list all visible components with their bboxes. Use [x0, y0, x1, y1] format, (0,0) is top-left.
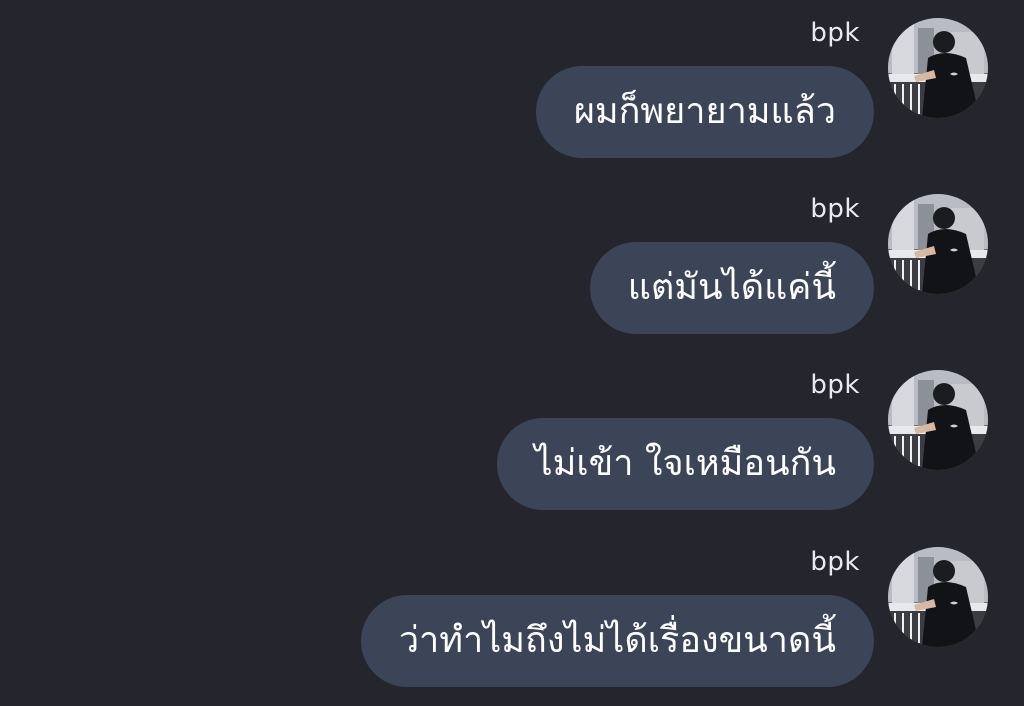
avatar[interactable]: [888, 370, 988, 470]
chat-thread: bpk ผมก็พยายามแล้ว bpk แต่มันได้แค่นี้ b…: [0, 0, 1024, 706]
avatar[interactable]: [888, 18, 988, 118]
sender-name: bpk: [810, 194, 860, 224]
message-row: bpk แต่มันได้แค่นี้: [0, 176, 1024, 352]
message-row: bpk ว่าทำไมถึงไม่ได้เรื่องขนาดนี้: [0, 529, 1024, 705]
sender-name: bpk: [810, 370, 860, 400]
sender-name: bpk: [810, 547, 860, 577]
message-row: bpk ผมก็พยายามแล้ว: [0, 0, 1024, 176]
avatar[interactable]: [888, 194, 988, 294]
profile-photo-icon: [888, 194, 988, 294]
message-row: bpk ไม่เข้า ใจเหมือนกัน: [0, 352, 1024, 528]
message-bubble[interactable]: แต่มันได้แค่นี้: [589, 242, 874, 334]
profile-photo-icon: [888, 370, 988, 470]
avatar[interactable]: [888, 547, 988, 647]
profile-photo-icon: [888, 18, 988, 118]
message-bubble[interactable]: ว่าทำไมถึงไม่ได้เรื่องขนาดนี้: [360, 595, 874, 687]
message-bubble[interactable]: ผมก็พยายามแล้ว: [535, 66, 874, 158]
sender-name: bpk: [810, 18, 860, 48]
profile-photo-icon: [888, 547, 988, 647]
message-bubble[interactable]: ไม่เข้า ใจเหมือนกัน: [496, 418, 874, 510]
